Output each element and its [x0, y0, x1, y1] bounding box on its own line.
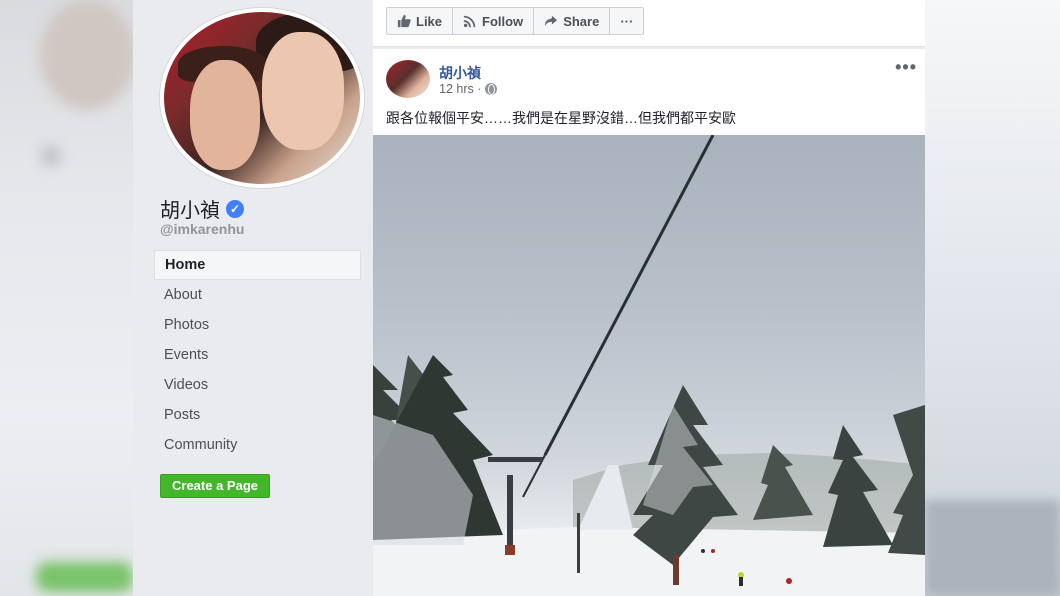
like-label: Like — [416, 13, 443, 29]
ski-slope-scene — [373, 135, 925, 596]
profile-picture[interactable] — [160, 8, 364, 188]
nav-item-about[interactable]: About — [154, 280, 361, 310]
blurred-background-right — [925, 0, 1060, 596]
share-arrow-icon — [545, 15, 558, 27]
nav-item-community[interactable]: Community — [154, 430, 361, 460]
post-author-avatar[interactable] — [386, 60, 430, 98]
action-button-group: Like Follow Share ··· — [386, 7, 645, 35]
more-options-button[interactable]: ··· — [609, 7, 645, 35]
follow-button[interactable]: Follow — [452, 7, 535, 35]
more-dots-icon: ··· — [620, 13, 634, 29]
nav-item-posts[interactable]: Posts — [154, 400, 361, 430]
post-text: 跟各位報個平安……我們是在星野沒錯…但我們都平安歐 — [386, 110, 736, 126]
page-name-text: 胡小禎 — [160, 200, 220, 222]
page-action-bar: Like Follow Share ··· — [373, 0, 925, 47]
thumbs-up-icon — [397, 14, 411, 28]
blurred-background-left — [0, 0, 135, 596]
page-nav: Home About Photos Events Videos Posts Co… — [154, 250, 361, 460]
page-handle: @imkarenhu — [160, 221, 245, 237]
like-button[interactable]: Like — [386, 7, 454, 35]
share-button[interactable]: Share — [533, 7, 611, 35]
post-author-name[interactable]: 胡小禎 — [439, 63, 481, 83]
share-label: Share — [563, 13, 600, 29]
nav-item-photos[interactable]: Photos — [154, 310, 361, 340]
create-page-button[interactable]: Create a Page — [160, 474, 270, 498]
nav-item-home[interactable]: Home — [154, 250, 361, 280]
post-card: 胡小禎 12 hrs · ••• 跟各位報個平安……我們是在星野沒錯…但我們都平… — [373, 49, 925, 596]
rss-icon — [463, 15, 476, 28]
page-name: 胡小禎 ✓ — [160, 194, 244, 223]
nav-item-events[interactable]: Events — [154, 340, 361, 370]
post-timestamp[interactable]: 12 hrs · — [439, 82, 481, 96]
post-options-icon[interactable]: ••• — [895, 57, 917, 78]
verified-badge-icon: ✓ — [226, 199, 244, 218]
page-sidebar: 胡小禎 ✓ @imkarenhu Home About Photos Event… — [133, 0, 373, 596]
globe-icon — [485, 83, 498, 95]
post-meta: 12 hrs · — [439, 82, 498, 96]
nav-item-videos[interactable]: Videos — [154, 370, 361, 400]
follow-label: Follow — [482, 13, 524, 29]
post-photo[interactable] — [373, 135, 925, 596]
